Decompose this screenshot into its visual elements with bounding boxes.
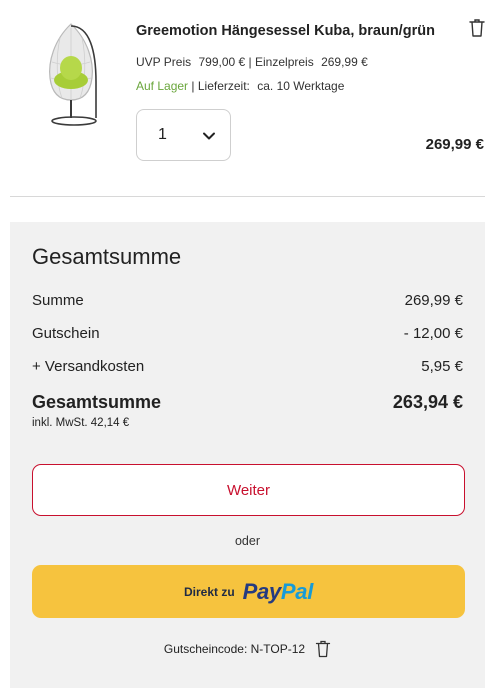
total-label: Gesamtsumme <box>32 392 162 412</box>
coupon-code: Gutscheincode: N-TOP-12 <box>163 642 306 656</box>
delivery-value: ca. 10 Werktage <box>257 79 345 93</box>
unit-price-label: Einzelpreis <box>255 55 314 69</box>
row-value: - 12,00 € <box>403 325 463 342</box>
order-summary: Gesamtsumme Summe 269,99 € Gutschein - 1… <box>10 222 485 688</box>
product-image[interactable] <box>40 22 102 128</box>
quantity-select[interactable]: 1 <box>136 109 231 161</box>
row-value: 5,95 € <box>421 358 463 375</box>
paypal-logo-pal: Pal <box>280 578 314 604</box>
unit-price-value: 269,99 € <box>321 55 368 69</box>
cart-item: Greemotion Hängesessel Kuba, braun/grün … <box>0 0 500 196</box>
chevron-down-icon <box>203 132 215 140</box>
vat-note: inkl. MwSt. 42,14 € <box>32 417 130 429</box>
paypal-logo: PayPal <box>242 578 314 605</box>
price-separator: | <box>248 55 252 69</box>
delivery-label: Lieferzeit: <box>197 79 250 93</box>
uvp-label: UVP Preis <box>136 55 192 69</box>
row-label: Gutschein <box>32 325 100 342</box>
product-title[interactable]: Greemotion Hängesessel Kuba, braun/grün <box>136 23 435 39</box>
line-total: 269,99 € <box>425 136 484 153</box>
continue-button[interactable]: Weiter <box>32 464 465 516</box>
uvp-value: 799,00 € <box>198 55 246 69</box>
row-value: 269,99 € <box>404 292 463 309</box>
price-info: UVP Preis 799,00 € | Einzelpreis 269,99 … <box>136 55 368 69</box>
summary-title: Gesamtsumme <box>32 244 182 269</box>
stock-status: Auf Lager <box>136 79 189 93</box>
or-separator: oder <box>234 534 261 548</box>
row-label: Summe <box>32 292 84 309</box>
paypal-prefix: Direkt zu <box>183 584 235 599</box>
paypal-logo-pay: Pay <box>242 578 282 604</box>
row-label: + Versandkosten <box>32 358 145 375</box>
availability-separator: | <box>191 79 195 93</box>
availability: Auf Lager | Lieferzeit: ca. 10 Werktage <box>136 79 344 93</box>
quantity-value: 1 <box>158 126 167 143</box>
paypal-checkout-button[interactable]: Direkt zu PayPal <box>32 565 465 618</box>
applied-coupon: Gutscheincode: N-TOP-12 <box>10 640 485 658</box>
remove-item-trash-icon[interactable] <box>468 18 486 38</box>
total-value: 263,94 € <box>392 392 463 412</box>
remove-coupon-trash-icon[interactable] <box>315 640 331 658</box>
divider <box>10 196 485 197</box>
